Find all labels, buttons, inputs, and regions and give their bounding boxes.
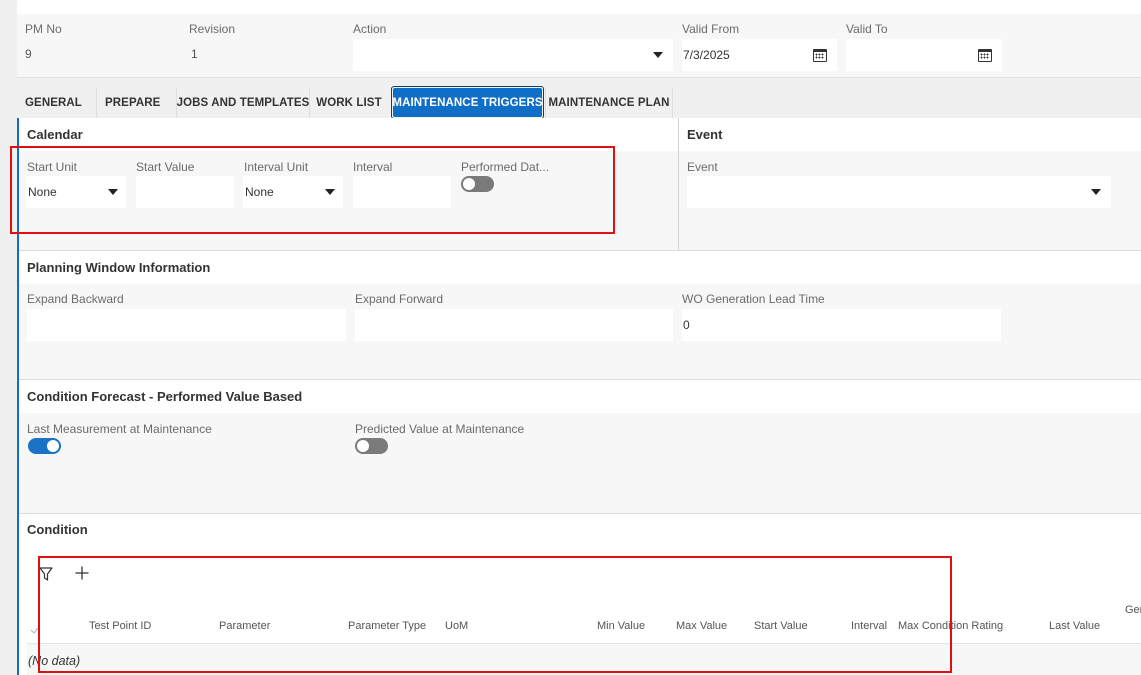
- toggle-knob: [357, 440, 369, 452]
- valid-from-label: Valid From: [682, 22, 740, 36]
- col-header-last-value[interactable]: Last Value: [1049, 620, 1100, 632]
- calendar-highlight-box: [10, 146, 615, 234]
- valid-to-input[interactable]: [846, 39, 1002, 71]
- predicted-value-toggle[interactable]: [355, 438, 388, 454]
- calendar-icon[interactable]: [813, 48, 827, 62]
- last-measurement-label: Last Measurement at Maintenance: [27, 422, 212, 436]
- revision-label: Revision: [189, 22, 236, 36]
- expand-forward-label: Expand Forward: [355, 292, 444, 306]
- tab-prepare[interactable]: PREPARE: [97, 88, 177, 118]
- action-select[interactable]: [353, 39, 673, 71]
- pm-no-value: 9: [25, 47, 32, 61]
- caret-down-icon: [1091, 189, 1101, 195]
- wo-lead-time-value: 0: [683, 318, 690, 332]
- header-top-strip: [17, 0, 1141, 14]
- last-measurement-toggle[interactable]: [28, 438, 61, 454]
- toggle-knob: [47, 440, 59, 452]
- col-header-gen[interactable]: Gen: [1125, 604, 1141, 616]
- event-title: Event: [687, 127, 723, 142]
- caret-down-icon: [653, 52, 663, 58]
- tab-general[interactable]: GENERAL: [17, 88, 97, 118]
- wo-lead-time-label: WO Generation Lead Time: [682, 292, 825, 306]
- pm-no-label: PM No: [25, 22, 62, 36]
- event-label: Event: [687, 160, 718, 174]
- tab-work-list-label: WORK LIST: [316, 97, 382, 109]
- expand-backward-input[interactable]: [27, 309, 346, 341]
- forecast-title: Condition Forecast - Performed Value Bas…: [27, 389, 303, 404]
- tab-jobs-and-templates-label: JOBS AND TEMPLATES: [176, 97, 310, 109]
- tab-jobs-and-templates[interactable]: JOBS AND TEMPLATES: [177, 88, 310, 118]
- tab-prepare-label: PREPARE: [105, 97, 161, 109]
- predicted-value-label: Predicted Value at Maintenance: [355, 422, 525, 436]
- valid-to-label: Valid To: [846, 22, 888, 36]
- tab-maintenance-triggers-label: MAINTENANCE TRIGGERS: [392, 96, 543, 109]
- condition-highlight-box: [38, 556, 952, 673]
- calendar-title: Calendar: [27, 127, 83, 142]
- event-select[interactable]: [687, 176, 1111, 208]
- action-label: Action: [353, 22, 387, 36]
- tab-maintenance-plan[interactable]: MAINTENANCE PLAN: [545, 88, 673, 118]
- calendar-icon[interactable]: [978, 48, 992, 62]
- valid-from-value: 7/3/2025: [683, 48, 730, 62]
- tab-work-list[interactable]: WORK LIST: [310, 88, 388, 118]
- valid-from-input[interactable]: 7/3/2025: [682, 39, 837, 71]
- condition-title: Condition: [27, 522, 88, 537]
- tab-maintenance-plan-label: MAINTENANCE PLAN: [548, 97, 670, 109]
- tab-maintenance-triggers[interactable]: MAINTENANCE TRIGGERS: [392, 88, 543, 117]
- wo-lead-time-input[interactable]: 0: [682, 309, 1001, 341]
- revision-value: 1: [191, 47, 198, 61]
- event-title-bar: [679, 118, 1141, 151]
- tab-general-label: GENERAL: [25, 97, 82, 109]
- planning-title: Planning Window Information: [27, 260, 211, 275]
- expand-forward-input[interactable]: [355, 309, 673, 341]
- expand-backward-label: Expand Backward: [27, 292, 124, 306]
